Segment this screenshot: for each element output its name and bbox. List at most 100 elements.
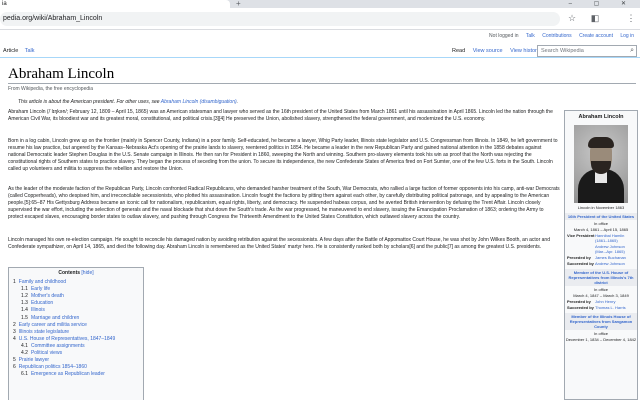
infobox-row-label xyxy=(567,244,595,254)
search-placeholder: Search Wikipedia xyxy=(541,48,584,54)
toc-item[interactable]: 1.4 Illinois xyxy=(13,307,143,314)
toc-item[interactable]: 1.2 Mother's death xyxy=(13,293,143,300)
toc-item[interactable]: 6 Republican politics 1854–1860 xyxy=(13,364,143,371)
infobox-row-label: Vice President xyxy=(567,233,595,238)
toc-item-label[interactable]: Early life xyxy=(31,286,50,292)
infobox: Abraham Lincoln Lincoln in November 1863… xyxy=(564,110,638,400)
toc-item-number: 1.4 xyxy=(21,307,28,314)
infobox-row-value[interactable]: Hannibal Hamlin (1861–1865) xyxy=(595,233,635,243)
hatnote: This article is about the American presi… xyxy=(18,99,238,105)
contributions-link[interactable]: Contributions xyxy=(542,33,571,39)
infobox-row-label: Succeeded by xyxy=(567,305,594,310)
disambiguation-link[interactable]: Abraham Lincoln (disambiguation) xyxy=(161,99,237,105)
toc-item-label[interactable]: U.S. House of Representatives, 1847–1849 xyxy=(19,336,115,342)
toc-item[interactable]: 1.1 Early life xyxy=(13,286,143,293)
office-link-president[interactable]: 16th President of the United States xyxy=(568,214,634,219)
toc-hide-link[interactable]: [hide] xyxy=(81,270,93,276)
toc-item-number: 1.2 xyxy=(21,293,28,300)
create-account-link[interactable]: Create account xyxy=(579,33,613,39)
infobox-row-label: Preceded by xyxy=(567,299,591,304)
infobox-row-label: Succeeded by xyxy=(567,261,594,266)
tab-talk[interactable]: Talk xyxy=(25,48,35,54)
article-content: Abraham Lincoln From Wikipedia, the free… xyxy=(0,58,640,400)
infobox-row-value[interactable]: Andrew Johnson xyxy=(595,261,635,266)
toc-item-label[interactable]: Illinois xyxy=(31,307,45,313)
tab-read[interactable]: Read xyxy=(452,48,465,54)
infobox-row-value[interactable]: Thomas L. Harris xyxy=(595,305,635,310)
toc-item[interactable]: 3 Illinois state legislature xyxy=(13,329,143,336)
lead-paragraph-1: Abraham Lincoln (/ˈlɪŋkən/; February 12,… xyxy=(8,109,553,122)
toc-item-number: 1.5 xyxy=(21,314,28,321)
page-title: Abraham Lincoln xyxy=(8,66,115,82)
toc-item[interactable]: 1.3 Education xyxy=(13,300,143,307)
star-icon[interactable]: ☆ xyxy=(567,13,577,23)
toc-item-label[interactable]: Family and childhood xyxy=(19,279,66,285)
toc-item-label[interactable]: Illinois state legislature xyxy=(19,329,69,335)
new-tab-button[interactable]: + xyxy=(236,0,241,8)
toc-item-number: 2 xyxy=(13,321,16,328)
talk-link[interactable]: Talk xyxy=(526,33,535,39)
toc-item-label[interactable]: Education xyxy=(31,300,53,306)
infobox-row: Succeeded by Andrew Johnson xyxy=(565,261,637,266)
search-input[interactable]: Search Wikipedia ⌕ xyxy=(537,45,637,57)
in-office-label: In office xyxy=(594,221,608,226)
term-president: March 4, 1861 – April 15, 1865 xyxy=(573,227,629,232)
search-icon[interactable]: ⌕ xyxy=(630,46,634,56)
toc-item[interactable]: 6.1 Emergence as Republican leader xyxy=(13,371,143,378)
toc-item-label[interactable]: Mother's death xyxy=(31,293,64,299)
toc-item-number: 1.3 xyxy=(21,300,28,307)
personal-tools: Not logged in Talk Contributions Create … xyxy=(483,33,634,39)
toc-item-label[interactable]: Political views xyxy=(31,350,62,356)
toc-item[interactable]: 2 Early career and militia service xyxy=(13,322,143,329)
hatnote-suffix: . xyxy=(236,99,239,105)
infobox-row-value[interactable]: Andrew Johnson (Mar.–Apr. 1865) xyxy=(595,244,635,254)
log-in-link[interactable]: Log in xyxy=(620,33,634,39)
infobox-row: Vice President Hannibal Hamlin (1861–1865… xyxy=(565,233,637,243)
portrait-image[interactable] xyxy=(574,125,628,203)
office-link-house[interactable]: Member of the U.S. House of Representati… xyxy=(569,270,634,285)
browser-tab-strip: ia + – ▢ ✕ xyxy=(0,0,640,8)
office-heading-house: Member of the U.S. House of Representati… xyxy=(565,269,637,286)
toc-item-label[interactable]: Prairie lawyer xyxy=(19,357,49,363)
browser-tab[interactable]: ia xyxy=(0,0,230,8)
infobox-row: Succeeded by Thomas L. Harris xyxy=(565,305,637,310)
tab-view-history[interactable]: View history xyxy=(510,48,540,54)
lead-paragraph-2: Born in a log cabin, Lincoln grew up on … xyxy=(8,138,558,172)
infobox-rows-president: Vice President Hannibal Hamlin (1861–1865… xyxy=(565,233,637,266)
toc-item[interactable]: 1.5 Marriage and children xyxy=(13,315,143,322)
infobox-row-value[interactable]: James Buchanan xyxy=(595,255,635,260)
tab-view-source[interactable]: View source xyxy=(473,48,503,54)
namespace-tabs: Article Talk xyxy=(3,48,40,54)
extension-icon[interactable]: ◧ xyxy=(590,13,600,23)
toc-item-number: 5 xyxy=(13,357,16,364)
toc-heading: Contents xyxy=(58,270,81,276)
infobox-title: Abraham Lincoln xyxy=(578,114,624,120)
title-divider xyxy=(8,83,636,84)
hatnote-text: This article is about the American presi… xyxy=(18,99,161,105)
infobox-row-value[interactable]: John Henry xyxy=(595,299,635,304)
toc-item-number: 1.1 xyxy=(21,286,28,293)
toc-item-label[interactable]: Early career and militia service xyxy=(19,322,87,328)
toc-item-number: 6 xyxy=(13,364,16,371)
view-tabs: Read View source View history xyxy=(452,48,546,54)
toc-item[interactable]: 4.2 Political views xyxy=(13,350,143,357)
toc-item-label[interactable]: Committee assignments xyxy=(31,343,85,349)
term-state: December 1, 1834 – December 4, 1842 xyxy=(565,337,637,342)
toc-item[interactable]: 4 U.S. House of Representatives, 1847–184… xyxy=(13,336,143,343)
menu-icon[interactable]: ⋮ xyxy=(626,13,636,23)
in-office-label-house: In office xyxy=(594,287,608,292)
toc-item-label[interactable]: Emergence as Republican leader xyxy=(31,371,105,377)
toc-item[interactable]: 1 Family and childhood xyxy=(13,279,143,286)
lead-paragraph-4: Lincoln managed his own re-election camp… xyxy=(8,237,550,250)
address-bar[interactable]: pedia.org/wiki/Abraham_Lincoln xyxy=(0,12,560,26)
toc-item[interactable]: 4.1 Committee assignments xyxy=(13,343,143,350)
office-link-state[interactable]: Member of the Illinois House of Represen… xyxy=(570,314,632,329)
toc-item-label[interactable]: Marriage and children xyxy=(31,315,79,321)
toc-item[interactable]: 5 Prairie lawyer xyxy=(13,357,143,364)
portrait-caption: Lincoln in November 1863 xyxy=(577,205,625,210)
not-logged-in-label: Not logged in xyxy=(489,33,519,39)
tab-article[interactable]: Article xyxy=(3,48,18,54)
window-controls[interactable]: – ▢ ✕ xyxy=(569,0,636,8)
site-subtitle: From Wikipedia, the free encyclopedia xyxy=(8,86,94,92)
toc-item-label[interactable]: Republican politics 1854–1860 xyxy=(19,364,87,370)
